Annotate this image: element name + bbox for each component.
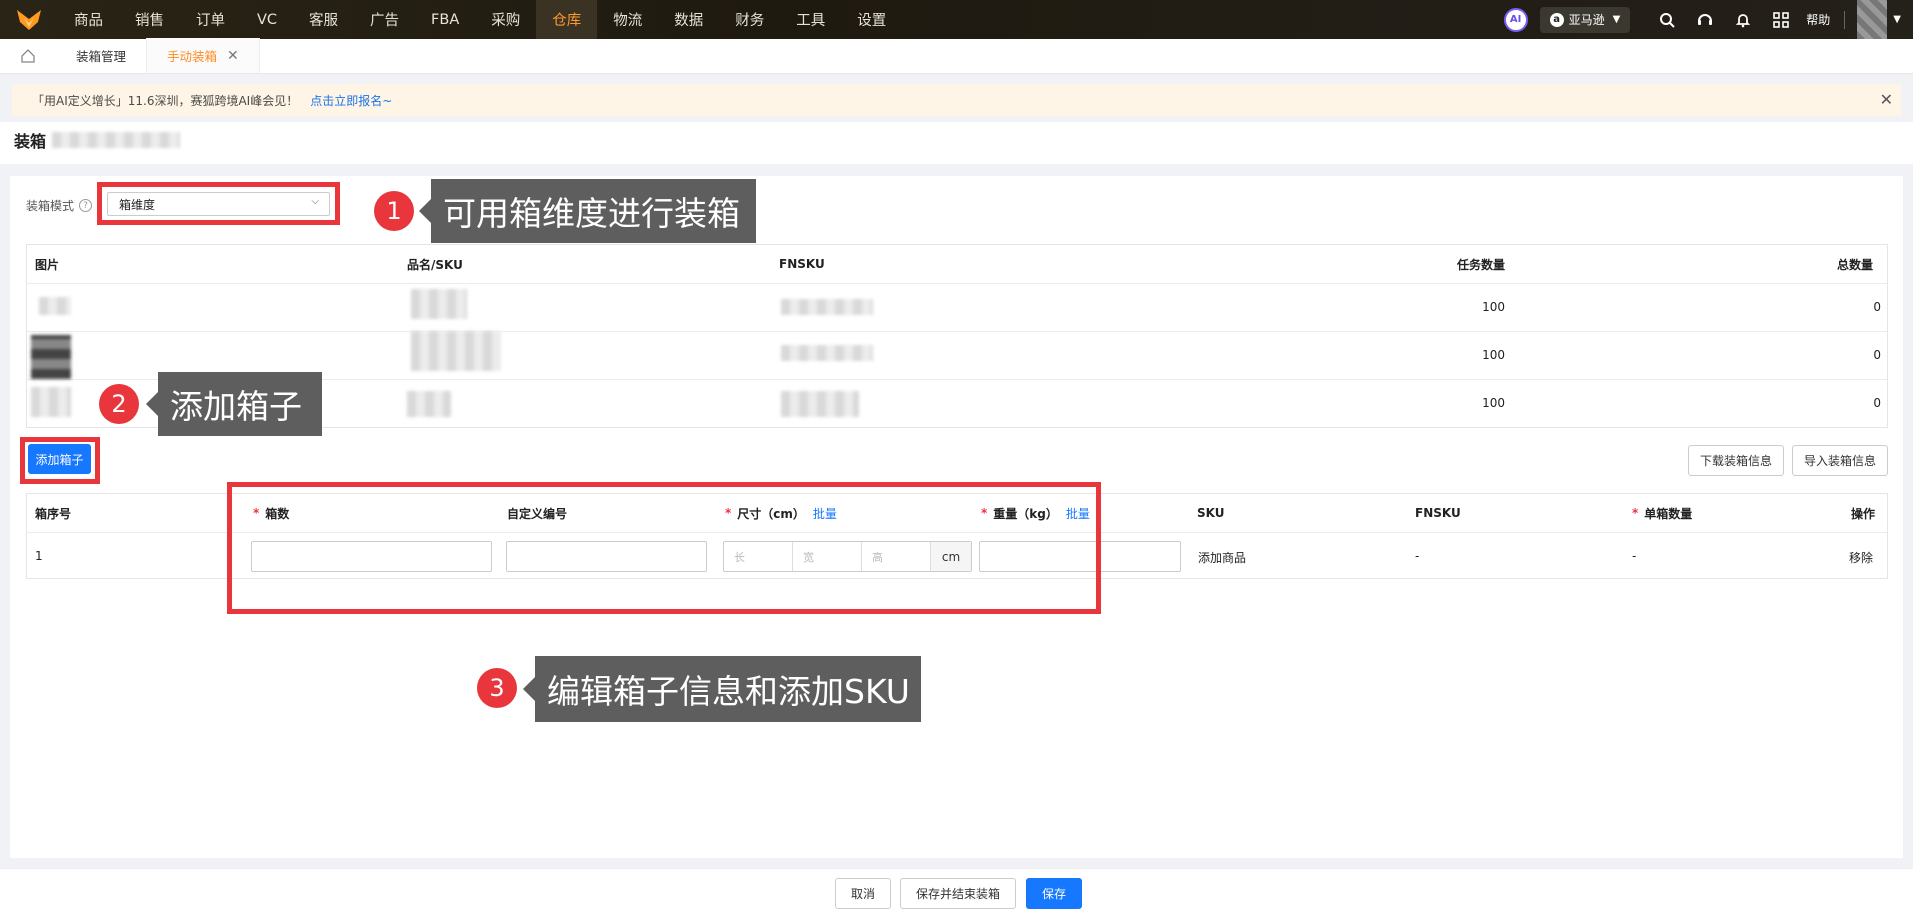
product-image — [39, 297, 71, 315]
col-header-total-qty: 总数量 — [1837, 257, 1874, 272]
nav-item-orders[interactable]: 订单 — [180, 0, 241, 39]
annotation-highlight-2 — [20, 437, 100, 484]
footer-bar: 取消 保存并结束装箱 保存 — [0, 868, 1913, 916]
promo-banner: 「用AI定义增长」11.6深圳，赛狐跨境AI峰会见！ 点击立即报名~ ✕ — [12, 84, 1901, 116]
fnsku-redacted — [781, 299, 873, 315]
col-header-fnsku: FNSKU — [1415, 506, 1461, 520]
page-title: 装箱 — [14, 132, 47, 151]
apps-grid-icon[interactable] — [1762, 0, 1800, 39]
task-qty: 100 — [1482, 396, 1505, 410]
required-asterisk: * — [1632, 506, 1639, 520]
nav-item-settings[interactable]: 设置 — [841, 0, 902, 39]
store-label: 亚马逊 — [1568, 13, 1605, 27]
save-and-finish-button[interactable]: 保存并结束装箱 — [900, 878, 1016, 909]
download-box-info-button[interactable]: 下载装箱信息 — [1688, 445, 1784, 476]
page-header: 装箱 — [0, 122, 1913, 164]
nav-item-data[interactable]: 数据 — [658, 0, 719, 39]
store-selector[interactable]: a 亚马逊 ▼ — [1539, 6, 1631, 33]
tab-bar: 装箱管理 手动装箱 ✕ — [0, 38, 1913, 74]
add-product-link[interactable]: 添加商品 — [1198, 549, 1246, 566]
ai-assistant-icon[interactable]: AI — [1503, 7, 1528, 32]
import-box-info-button[interactable]: 导入装箱信息 — [1792, 445, 1888, 476]
nav-item-products[interactable]: 商品 — [58, 0, 119, 39]
box-fnsku: - — [1415, 549, 1420, 563]
box-seq: 1 — [35, 549, 43, 563]
nav-item-customer-service[interactable]: 客服 — [293, 0, 354, 39]
divider — [1844, 10, 1846, 29]
col-header-per-box-qty-text: 单箱数量 — [1644, 506, 1693, 521]
product-name-redacted — [411, 331, 501, 371]
nav-item-sales[interactable]: 销售 — [119, 0, 180, 39]
annotation-callout-2: 添加箱子 — [146, 372, 322, 436]
annotation-badge-2: 2 — [99, 384, 139, 424]
product-name-redacted — [407, 391, 451, 417]
col-header-sku: SKU — [1197, 506, 1225, 520]
save-button[interactable]: 保存 — [1026, 878, 1082, 909]
annotation-callout-1: 可用箱维度进行装箱 — [419, 179, 756, 243]
col-header-seq: 箱序号 — [35, 506, 72, 521]
total-qty: 0 — [1873, 396, 1881, 410]
search-icon[interactable] — [1648, 0, 1686, 39]
close-icon[interactable]: ✕ — [1880, 90, 1893, 109]
help-link[interactable]: 帮助 — [1806, 11, 1830, 28]
banner-text: 「用AI定义增长」11.6深圳，赛狐跨境AI峰会见！ — [32, 93, 299, 108]
col-header-image: 图片 — [35, 257, 60, 272]
caret-down-icon[interactable]: ▼ — [1893, 14, 1901, 25]
annotation-callout-3: 编辑箱子信息和添加SKU — [523, 656, 921, 722]
tab-label: 手动装箱 — [167, 49, 218, 64]
nav-item-fba[interactable]: FBA — [415, 0, 475, 39]
close-icon[interactable]: ✕ — [227, 48, 239, 64]
total-qty: 0 — [1873, 300, 1881, 314]
redacted-id — [52, 132, 180, 148]
nav-item-vc[interactable]: VC — [241, 0, 293, 39]
cancel-button[interactable]: 取消 — [835, 878, 891, 909]
app-logo[interactable] — [0, 0, 58, 39]
task-qty: 100 — [1482, 348, 1505, 362]
bell-icon[interactable] — [1724, 0, 1762, 39]
nav-item-purchase[interactable]: 采购 — [475, 0, 536, 39]
nav-item-finance[interactable]: 财务 — [719, 0, 780, 39]
col-header-fnsku: FNSKU — [779, 257, 825, 271]
fox-logo-icon — [17, 9, 41, 30]
box-mode-label-text: 装箱模式 — [26, 199, 75, 213]
headset-icon[interactable] — [1686, 0, 1724, 39]
box-mode-label: 装箱模式 ? — [26, 197, 93, 214]
tab-manual-boxing[interactable]: 手动装箱 ✕ — [146, 38, 260, 73]
fnsku-redacted — [781, 345, 873, 361]
row-divider — [27, 283, 1887, 284]
col-header-per-box-qty: * 单箱数量 — [1632, 494, 1692, 532]
fnsku-redacted — [781, 391, 859, 417]
banner-signup-link[interactable]: 点击立即报名~ — [310, 92, 392, 109]
nav-item-warehouse[interactable]: 仓库 — [536, 0, 598, 39]
annotation-badge-3: 3 — [477, 668, 517, 708]
nav-item-logistics[interactable]: 物流 — [597, 0, 658, 39]
avatar[interactable] — [1857, 0, 1888, 39]
nav-item-tools[interactable]: 工具 — [780, 0, 841, 39]
remove-box-link[interactable]: 移除 — [1849, 549, 1873, 566]
help-question-icon[interactable]: ? — [79, 199, 93, 212]
nav-item-ads[interactable]: 广告 — [354, 0, 415, 39]
total-qty: 0 — [1873, 348, 1881, 362]
task-qty: 100 — [1482, 300, 1505, 314]
annotation-badge-1: 1 — [374, 191, 414, 231]
col-header-task-qty: 任务数量 — [1457, 257, 1506, 272]
home-icon[interactable] — [0, 38, 56, 73]
annotation-highlight-3 — [227, 482, 1101, 614]
col-header-name-sku: 品名/SKU — [407, 257, 463, 272]
box-per-qty: - — [1632, 549, 1637, 563]
col-header-op: 操作 — [1851, 506, 1876, 521]
caret-down-icon: ▼ — [1612, 14, 1621, 25]
row-divider — [27, 331, 1887, 332]
top-nav: 商品 销售 订单 VC 客服 广告 FBA 采购 仓库 物流 数据 财务 工具 … — [0, 0, 1913, 39]
annotation-highlight-1 — [97, 182, 340, 225]
amazon-icon: a — [1549, 12, 1564, 27]
tab-box-management[interactable]: 装箱管理 — [56, 38, 146, 73]
nav-right-group: AI a 亚马逊 ▼ 帮助 ▼ — [1503, 0, 1913, 39]
product-name-redacted — [411, 289, 467, 319]
product-image — [31, 335, 71, 379]
product-image — [31, 387, 71, 417]
